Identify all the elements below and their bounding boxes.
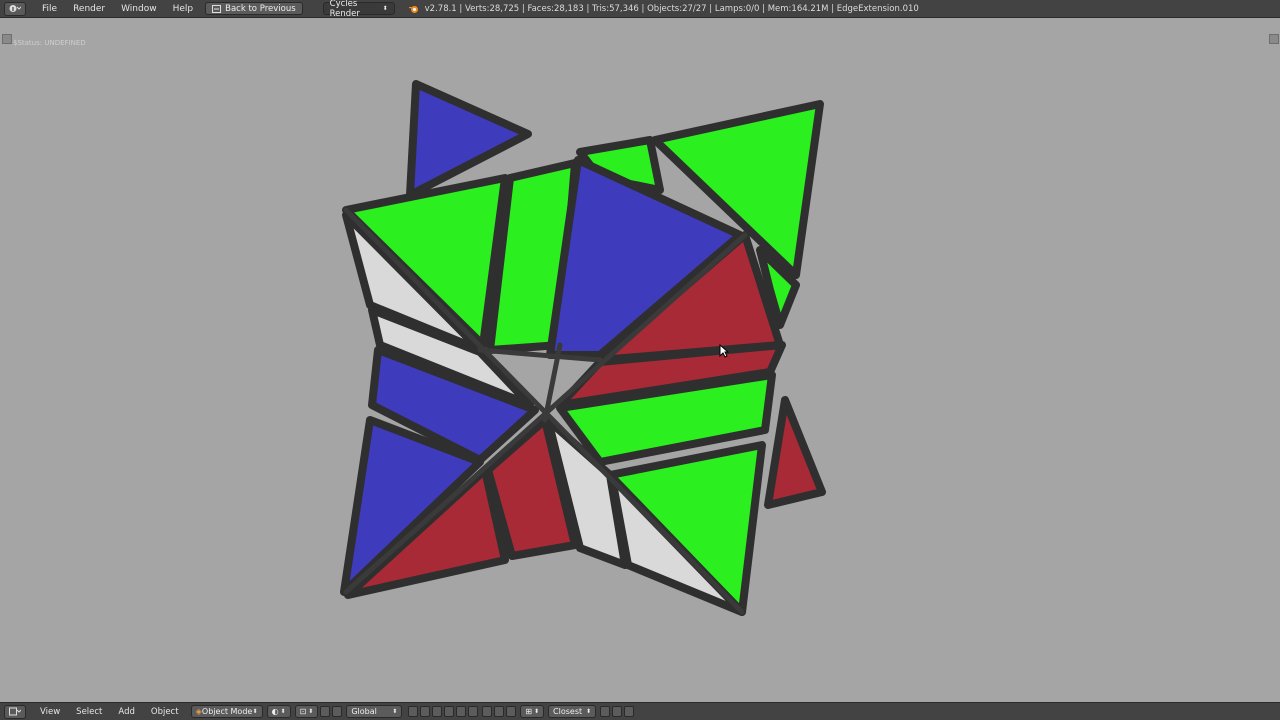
shading-sphere-icon: ◐ [271,707,279,716]
menu-file[interactable]: File [34,4,65,14]
snap-element-select[interactable]: ⊞ ⬍ [520,705,545,718]
updown-arrows-icon: ⬍ [308,708,314,715]
back-to-previous-button[interactable]: Back to Previous [205,2,303,15]
proportional-edit-button[interactable] [494,706,505,717]
orientation-select[interactable]: Global ⬍ [346,705,403,718]
opengl-anim-button[interactable] [624,706,635,717]
render-engine-select[interactable]: Cycles Render ⬍ [322,0,395,19]
menu-object[interactable]: Object [143,707,187,717]
mouse-cursor-icon [719,344,729,358]
snap-target-label: Closest [553,707,583,716]
mode-select[interactable]: ◈ Object Mode ⬍ [190,705,263,718]
updown-arrows-icon: ⬍ [392,708,398,715]
info-header: File Render Window Help Back to Previous… [0,0,1280,19]
render-engine-label: Cycles Render [329,0,360,19]
puzzle-model[interactable] [0,19,1280,702]
translate-manipulator[interactable] [332,706,343,717]
object-mode-icon: ◈ [195,707,202,716]
menu-select[interactable]: Select [68,707,110,717]
info-icon [9,5,21,12]
sticker-red-right-back [764,396,826,509]
orientation-label: Global [351,707,377,716]
menu-help[interactable]: Help [165,4,202,14]
menu-view[interactable]: View [32,707,68,717]
snap-toggle[interactable] [506,706,517,717]
opengl-render-button[interactable] [612,706,623,717]
editor-type-button-3dview[interactable] [4,704,26,719]
layer-button-2[interactable] [420,706,431,717]
updown-arrows-icon: ⬍ [280,708,286,715]
3d-view-header: View Select Add Object ◈ Object Mode ⬍ ◐… [0,702,1280,720]
blender-logo-icon [408,5,418,13]
3d-view-icon [9,707,21,716]
render-preview-button[interactable] [600,706,611,717]
layer-button-4[interactable] [444,706,455,717]
shading-select[interactable]: ◐ ⬍ [266,705,291,718]
manipulator-toggle[interactable] [320,706,331,717]
lock-camera-button[interactable] [482,706,493,717]
editor-type-button[interactable] [4,1,26,16]
layer-button-1[interactable] [408,706,419,717]
mode-label: Object Mode [201,707,253,716]
menu-add[interactable]: Add [110,707,142,717]
snap-target-select[interactable]: Closest ⬍ [548,705,597,718]
pivot-select[interactable]: ⊡ ⬍ [294,705,319,718]
snap-icon: ⊞ [525,707,533,716]
layer-button-6[interactable] [468,706,479,717]
menu-window[interactable]: Window [113,4,165,14]
scene-statistics: v2.78.1 | Verts:28,725 | Faces:28,183 | … [408,3,919,14]
updown-arrows-icon: ⬍ [534,708,540,715]
updown-arrows-icon: ⬍ [586,708,592,715]
back-icon [212,4,222,13]
pivot-icon: ⊡ [299,707,307,716]
stats-text: v2.78.1 | Verts:28,725 | Faces:28,183 | … [424,3,919,14]
layer-button-3[interactable] [432,706,443,717]
3d-viewport[interactable]: $Status: UNDEFINED [0,19,1280,702]
back-to-previous-label: Back to Previous [225,3,296,14]
updown-arrows-icon: ⬍ [252,708,258,715]
updown-arrows-icon: ⬍ [382,5,388,12]
layer-button-5[interactable] [456,706,467,717]
menu-render[interactable]: Render [65,4,113,14]
